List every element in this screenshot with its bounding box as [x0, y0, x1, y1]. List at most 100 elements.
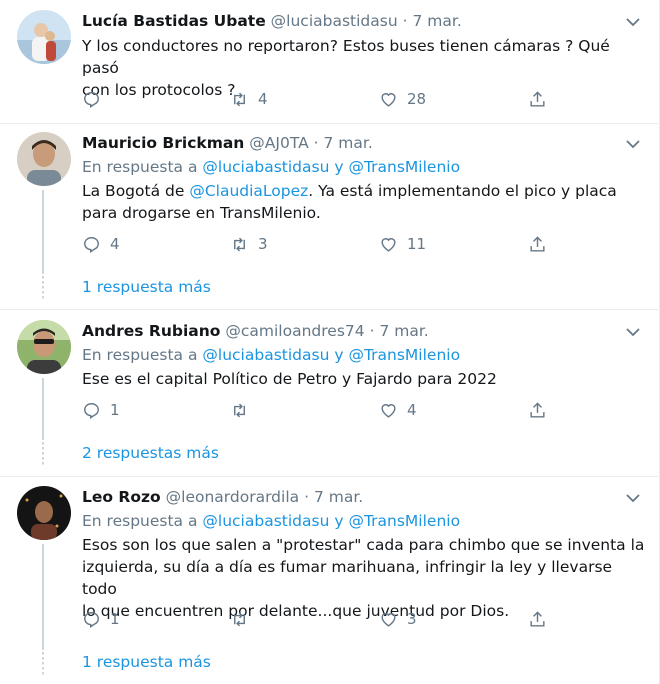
reply-button[interactable]: 1 [82, 608, 120, 630]
author-handle[interactable]: @camiloandres74 [225, 322, 364, 340]
like-count: 3 [407, 610, 417, 628]
tweet-date[interactable]: 7 mar. [324, 134, 373, 152]
separator: · [402, 12, 408, 30]
retweet-icon [234, 403, 245, 417]
tweet-header: Mauricio Brickman @AJ0TA · 7 mar. [82, 132, 373, 154]
reply-button[interactable]: 1 [82, 399, 120, 421]
author-name[interactable]: Mauricio Brickman [82, 134, 244, 152]
retweet-button[interactable]: 4 [230, 88, 268, 110]
chevron-down-icon[interactable] [623, 12, 643, 32]
author-handle[interactable]: @luciabastidasu [271, 12, 398, 30]
share-button[interactable] [528, 88, 547, 110]
reply-and: y [334, 512, 344, 530]
tweet-actions: 4 28 [82, 88, 552, 110]
reply-prefix: En respuesta a [82, 512, 198, 530]
tweet-text-line: Ese es el capital Político de Petro y Fa… [82, 370, 497, 388]
text-part: La Bogotá de [82, 182, 190, 200]
tweet-actions: 1 4 [82, 399, 552, 421]
retweet-count: 4 [258, 90, 268, 108]
tweet[interactable]: Lucía Bastidas Ubate @luciabastidasu · 7… [0, 10, 658, 116]
heart-icon [381, 612, 396, 627]
reply-user-link[interactable]: @TransMilenio [348, 158, 460, 176]
heart-icon [381, 92, 396, 107]
tweet-actions: 4 3 11 [82, 233, 552, 255]
share-icon [530, 610, 545, 627]
share-icon [530, 90, 545, 107]
separator: · [313, 134, 319, 152]
thread-dots [42, 276, 44, 300]
reply-and: y [334, 346, 344, 364]
like-count: 28 [407, 90, 427, 108]
reply-user-link[interactable]: @luciabastidasu [202, 512, 329, 530]
reply-context: En respuesta a @luciabastidasu y @TransM… [82, 156, 460, 178]
show-more-replies-link[interactable]: 1 respuesta más [82, 276, 211, 298]
like-count: 11 [407, 235, 427, 253]
divider [0, 309, 658, 310]
reply-user-link[interactable]: @TransMilenio [348, 346, 460, 364]
share-button[interactable] [528, 399, 547, 421]
like-button[interactable]: 4 [379, 399, 417, 421]
tweet-text-line: para drogarse en TransMilenio. [82, 204, 321, 222]
reply-button[interactable] [82, 88, 101, 110]
author-name[interactable]: Andres Rubiano [82, 322, 220, 340]
avatar-photo-icon [17, 10, 71, 64]
retweet-icon [234, 612, 245, 626]
author-handle[interactable]: @AJ0TA [249, 134, 308, 152]
avatar-photo-icon [17, 320, 71, 374]
tweet-header: Leo Rozo @leonardorardila · 7 mar. [82, 486, 363, 508]
tweet[interactable]: Mauricio Brickman @AJ0TA · 7 mar. En res… [0, 132, 658, 304]
share-button[interactable] [528, 233, 547, 255]
reply-icon [84, 611, 99, 628]
divider [0, 123, 658, 124]
tweet[interactable]: Leo Rozo @leonardorardila · 7 mar. En re… [0, 486, 658, 682]
mention-link[interactable]: @ClaudiaLopez [189, 182, 308, 200]
reply-user-link[interactable]: @TransMilenio [348, 512, 460, 530]
avatar[interactable] [17, 486, 71, 540]
tweet-text-line: Y los conductores no reportaron? Estos b… [82, 37, 610, 77]
chevron-down-icon[interactable] [623, 488, 643, 508]
author-name[interactable]: Lucía Bastidas Ubate [82, 12, 266, 30]
retweet-icon [234, 92, 245, 106]
tweet-date[interactable]: 7 mar. [412, 12, 461, 30]
tweet-text-line: Esos son los que salen a "protestar" cad… [82, 536, 645, 554]
reply-icon [84, 236, 99, 253]
reply-user-link[interactable]: @luciabastidasu [202, 158, 329, 176]
retweet-button[interactable] [230, 399, 249, 421]
tweet[interactable]: Andres Rubiano @camiloandres74 · 7 mar. … [0, 320, 658, 470]
show-more-replies-link[interactable]: 1 respuesta más [82, 651, 211, 673]
reply-count: 1 [110, 610, 120, 628]
retweet-button[interactable]: 3 [230, 233, 268, 255]
avatar[interactable] [17, 132, 71, 186]
reply-user-link[interactable]: @luciabastidasu [202, 346, 329, 364]
avatar-photo-icon [17, 132, 71, 186]
chevron-down-icon[interactable] [623, 134, 643, 154]
tweet-text-line: La Bogotá de @ClaudiaLopez. Ya está impl… [82, 180, 647, 202]
reply-button[interactable]: 4 [82, 233, 120, 255]
tweet-actions: 1 3 [82, 608, 552, 630]
like-button[interactable]: 11 [379, 233, 426, 255]
retweet-button[interactable] [230, 608, 249, 630]
tweet-text-line: izquierda, su día a día es fumar marihua… [82, 558, 613, 598]
avatar[interactable] [17, 320, 71, 374]
tweet-text: La Bogotá de @ClaudiaLopez. Ya está impl… [82, 180, 647, 224]
reply-context: En respuesta a @luciabastidasu y @TransM… [82, 510, 460, 532]
thread-dots [42, 652, 44, 676]
share-icon [530, 235, 545, 252]
reply-and: y [334, 158, 344, 176]
retweet-count: 3 [258, 235, 268, 253]
thread-line [42, 378, 44, 440]
chevron-down-icon[interactable] [623, 322, 643, 342]
separator: · [304, 488, 310, 506]
author-name[interactable]: Leo Rozo [82, 488, 161, 506]
show-more-replies-link[interactable]: 2 respuestas más [82, 442, 219, 464]
like-button[interactable]: 3 [379, 608, 417, 630]
tweet-header: Andres Rubiano @camiloandres74 · 7 mar. [82, 320, 429, 342]
tweet-date[interactable]: 7 mar. [379, 322, 428, 340]
share-button[interactable] [528, 608, 547, 630]
avatar[interactable] [17, 10, 71, 64]
author-handle[interactable]: @leonardorardila [166, 488, 300, 506]
tweet-text: Ese es el capital Político de Petro y Fa… [82, 368, 647, 390]
like-button[interactable]: 28 [379, 88, 426, 110]
retweet-icon [234, 237, 245, 251]
tweet-date[interactable]: 7 mar. [314, 488, 363, 506]
